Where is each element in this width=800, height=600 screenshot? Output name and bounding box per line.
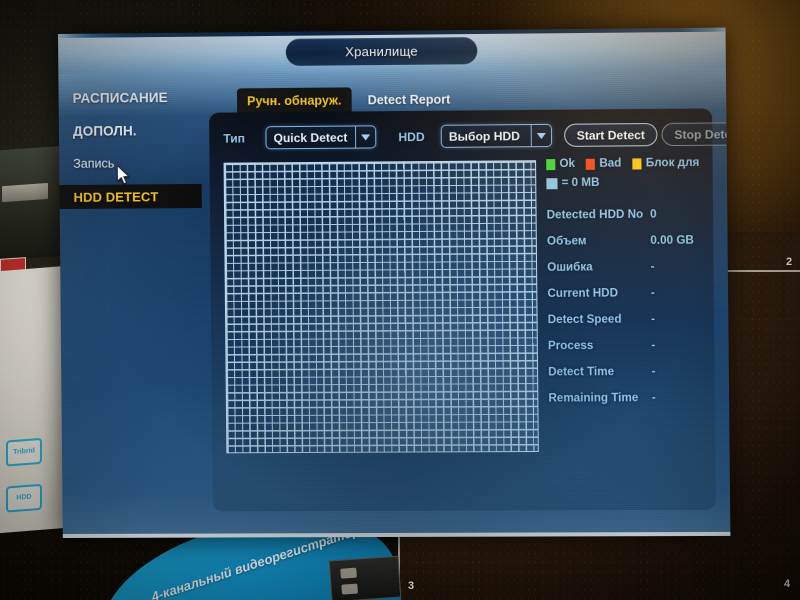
stop-detect-button[interactable]: Stop Detect bbox=[661, 122, 731, 147]
info-label-current-hdd: Current HDD bbox=[547, 287, 619, 300]
sidebar-item-record-label: Запись bbox=[73, 156, 115, 171]
hdd-select-dropdown[interactable]: Выбор HDD bbox=[440, 123, 553, 148]
info-value-remaining-time: - bbox=[651, 392, 656, 405]
info-row-remaining-time: Remaining Time - bbox=[548, 385, 709, 412]
tab-manual-detect-label: Ручн. обнаруж. bbox=[247, 93, 342, 108]
legend-row-secondary: = 0 MB bbox=[546, 176, 706, 189]
chevron-down-icon[interactable] bbox=[354, 126, 376, 148]
legend-label-size: = 0 MB bbox=[561, 176, 600, 190]
info-row-error: Ошибка - bbox=[547, 254, 708, 281]
start-detect-label: Start Detect bbox=[576, 127, 645, 143]
legend-swatch-bad bbox=[586, 158, 596, 170]
sidebar: РАСПИСАНИЕ ДОПОЛН. Запись HDD DETECT bbox=[58, 85, 202, 218]
hdd-block-map-cells bbox=[224, 161, 538, 453]
type-label: Тип bbox=[223, 131, 245, 146]
channel-number-2: 2 bbox=[786, 256, 793, 268]
tab-strip: Ручн. обнаруж. Detect Report bbox=[236, 86, 461, 114]
info-row-current-hdd: Current HDD - bbox=[547, 280, 708, 307]
storage-menu-dialog: Хранилище РАСПИСАНИЕ ДОПОЛН. Запись HDD … bbox=[58, 31, 731, 535]
dialog-title-pill: Хранилище bbox=[285, 37, 478, 66]
sidebar-item-hdd-detect[interactable]: HDD DETECT bbox=[58, 183, 202, 210]
legend-label-block: Блок для bbox=[645, 156, 700, 170]
info-label-detected-hdd-no: Detected HDD No bbox=[546, 208, 644, 222]
legend-swatch-block bbox=[632, 157, 642, 170]
info-label-volume: Объем bbox=[546, 235, 587, 248]
sidebar-item-schedule[interactable]: РАСПИСАНИЕ bbox=[58, 85, 201, 110]
hdd-select-value: Выбор HDD bbox=[448, 128, 521, 144]
info-row-process: Process - bbox=[548, 332, 709, 359]
info-value-detect-speed: - bbox=[651, 313, 656, 326]
detect-toolbar: Тип Quick Detect HDD Выбор HDD Start Det… bbox=[217, 122, 731, 151]
info-label-process: Process bbox=[547, 339, 594, 353]
dvr-device-front bbox=[328, 555, 402, 600]
info-value-error: - bbox=[650, 261, 655, 274]
badge-tribrid-label: Tribrid bbox=[13, 447, 35, 457]
legend-label-ok: Ok bbox=[559, 157, 576, 171]
tab-detect-report[interactable]: Detect Report bbox=[351, 86, 460, 112]
sidebar-item-hdd-detect-label: HDD DETECT bbox=[73, 188, 159, 205]
page-title: Хранилище bbox=[345, 43, 418, 60]
info-row-detect-speed: Detect Speed - bbox=[548, 306, 709, 333]
legend-swatch-size bbox=[546, 177, 558, 189]
monitor-screen: Хранилище РАСПИСАНИЕ ДОПОЛН. Запись HDD … bbox=[58, 27, 731, 539]
dialog-titlebar: Хранилище bbox=[58, 31, 731, 75]
hdd-block-map[interactable] bbox=[223, 160, 539, 454]
tab-detect-report-label: Detect Report bbox=[367, 92, 451, 107]
channel-number-4: 4 bbox=[784, 578, 791, 590]
mouse-cursor-icon bbox=[117, 165, 130, 185]
manual-detect-panel: Тип Quick Detect HDD Выбор HDD Start Det… bbox=[209, 108, 731, 512]
detect-type-value: Quick Detect bbox=[273, 130, 348, 145]
badge-tribrid: Tribrid bbox=[6, 437, 42, 467]
detect-type-dropdown[interactable]: Quick Detect bbox=[265, 125, 377, 150]
badge-hdd-label: HDD bbox=[16, 493, 32, 503]
sidebar-item-schedule-label: РАСПИСАНИЕ bbox=[72, 89, 168, 106]
info-label-remaining-time: Remaining Time bbox=[548, 392, 639, 405]
start-detect-button[interactable]: Start Detect bbox=[564, 122, 658, 147]
legend-swatch-ok bbox=[546, 158, 556, 170]
info-label-detect-time: Detect Time bbox=[548, 366, 615, 379]
info-row-volume: Объем 0.00 GB bbox=[547, 227, 708, 254]
info-value-process: - bbox=[651, 339, 656, 352]
dvr-ui-root: Хранилище РАСПИСАНИЕ ДОПОЛН. Запись HDD … bbox=[58, 27, 731, 539]
info-label-detect-speed: Detect Speed bbox=[547, 313, 622, 327]
screenshot-root: 2 3 4 HD 720p VIDEO Tribrid HDMI HDD 4-к… bbox=[0, 0, 800, 600]
info-label-error: Ошибка bbox=[547, 261, 593, 274]
info-row-detected-hdd-no: Detected HDD No 0 bbox=[547, 201, 708, 228]
info-value-detect-time: - bbox=[651, 365, 656, 378]
hdd-label: HDD bbox=[398, 129, 425, 145]
sidebar-item-advanced-label: ДОПОЛН. bbox=[72, 122, 137, 139]
detect-info-column: Ok Bad Блок для = 0 MB Detected HDD No 0… bbox=[546, 157, 709, 412]
chevron-down-icon[interactable] bbox=[530, 124, 552, 147]
badge-hdd: HDD bbox=[6, 483, 42, 513]
info-value-current-hdd: - bbox=[650, 287, 655, 300]
legend-label-bad: Bad bbox=[599, 157, 622, 170]
info-row-detect-time: Detect Time - bbox=[548, 359, 709, 386]
sidebar-item-advanced[interactable]: ДОПОЛН. bbox=[58, 118, 201, 143]
legend-row-primary: Ok Bad Блок для bbox=[546, 157, 706, 170]
channel-number-3: 3 bbox=[408, 580, 415, 592]
info-value-volume: 0.00 GB bbox=[650, 234, 694, 247]
info-value-detected-hdd-no: 0 bbox=[650, 208, 657, 221]
tab-manual-detect[interactable]: Ручн. обнаруж. bbox=[236, 87, 352, 114]
stop-detect-label: Stop Detect bbox=[674, 126, 731, 142]
